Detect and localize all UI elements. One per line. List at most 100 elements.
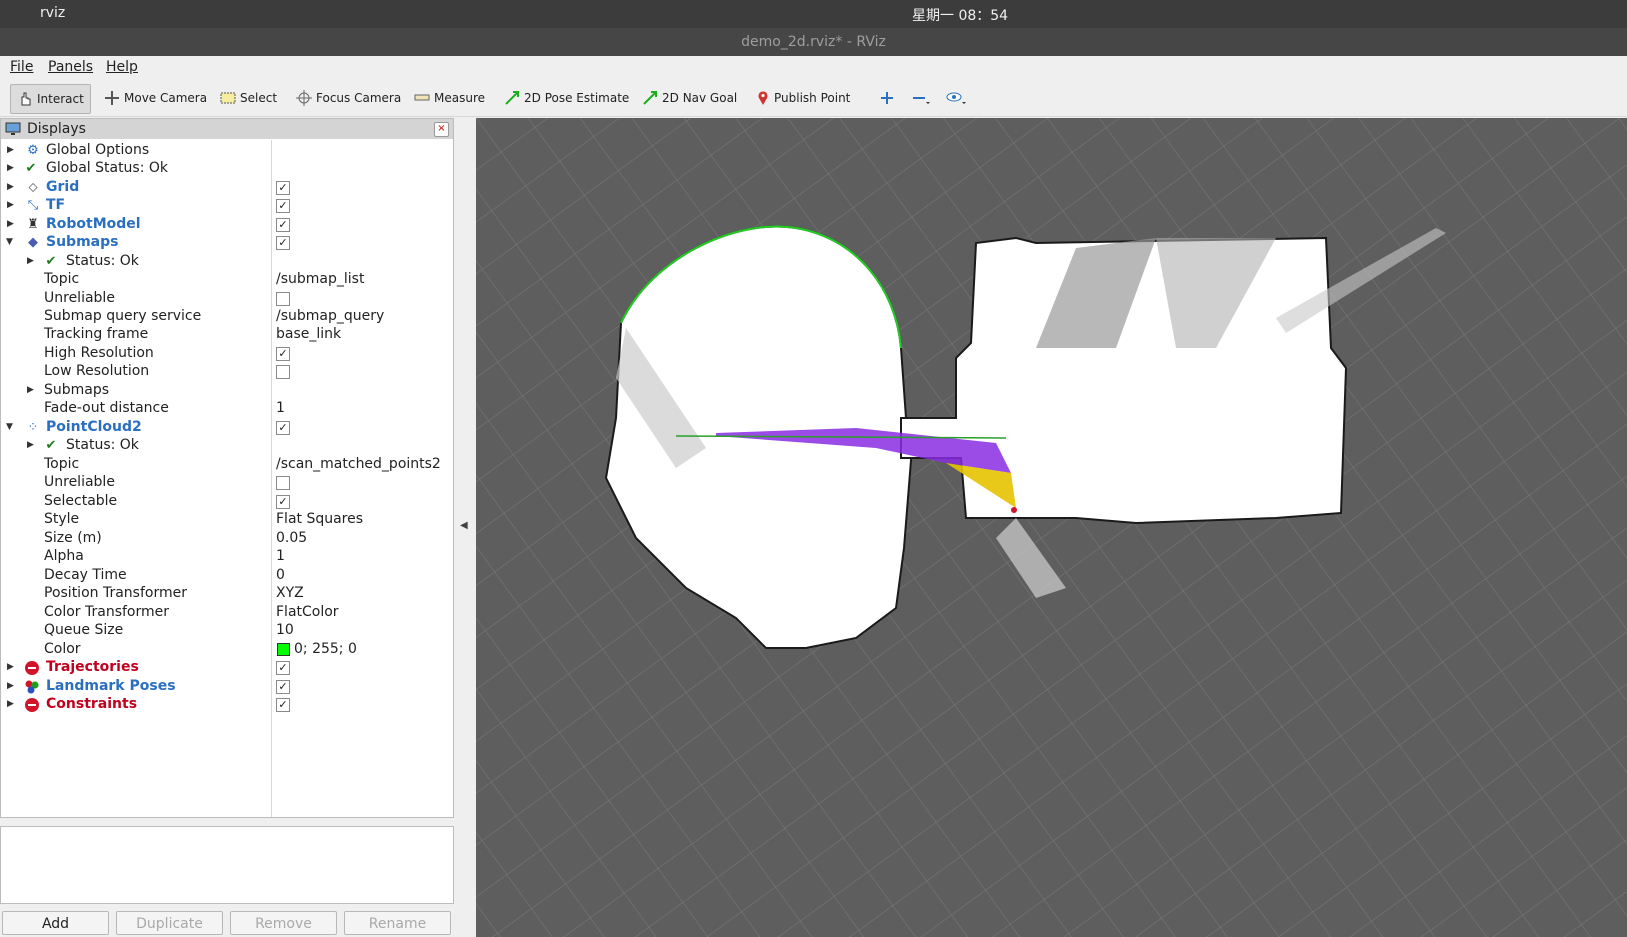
enable-checkbox[interactable]: ✓	[276, 218, 290, 232]
focus-camera-tool-button[interactable]: Focus Camera	[296, 84, 401, 112]
menu-help[interactable]: Help	[106, 59, 138, 75]
property-row[interactable]: Selectable ✓	[1, 492, 453, 511]
property-row[interactable]: Style Flat Squares	[1, 510, 453, 529]
3d-viewport[interactable]	[476, 118, 1627, 937]
enable-checkbox[interactable]: ✓	[276, 199, 290, 213]
property-row[interactable]: Topic /scan_matched_points2	[1, 455, 453, 474]
property-checkbox[interactable]: ✓	[276, 495, 290, 509]
enable-checkbox[interactable]: ✓	[276, 698, 290, 712]
interact-tool-button[interactable]: Interact	[10, 84, 91, 114]
property-checkbox[interactable]: ✓	[276, 347, 290, 361]
tree-row[interactable]: ▶ Landmark Poses ✓	[1, 677, 453, 696]
tree-row[interactable]: ▶ ⤡ TF ✓	[1, 196, 453, 215]
property-value[interactable]: 1	[276, 547, 285, 566]
publish-point-tool-button[interactable]: Publish Point	[756, 84, 850, 112]
expand-arrow-icon[interactable]: ▶	[7, 695, 14, 714]
map-render[interactable]	[476, 118, 1627, 937]
check-status-icon: ✔	[45, 254, 57, 269]
add-button[interactable]: Add	[2, 911, 109, 935]
expand-arrow-icon[interactable]: ▶	[7, 677, 14, 696]
enable-checkbox[interactable]: ✓	[276, 421, 290, 435]
expand-arrow-icon[interactable]: ▶	[7, 215, 14, 234]
property-row[interactable]: Submap query service /submap_query	[1, 307, 453, 326]
eye-icon	[946, 92, 966, 104]
color-swatch[interactable]	[277, 643, 290, 656]
menu-file[interactable]: File	[10, 59, 33, 75]
property-value[interactable]: XYZ	[276, 584, 304, 603]
menu-panels[interactable]: Panels	[48, 59, 93, 75]
expand-arrow-icon[interactable]: ▶	[27, 436, 34, 455]
view-tool-button[interactable]	[946, 84, 968, 112]
enable-checkbox[interactable]: ✓	[276, 181, 290, 195]
property-row[interactable]: Color 0; 255; 0	[1, 640, 453, 659]
pose-estimate-tool-button[interactable]: 2D Pose Estimate	[504, 84, 629, 112]
duplicate-button[interactable]: Duplicate	[116, 911, 223, 935]
property-row[interactable]: Size (m) 0.05	[1, 529, 453, 548]
remove-tool-button[interactable]	[912, 84, 932, 112]
property-checkbox[interactable]	[276, 292, 290, 306]
robot-icon: ♜	[27, 217, 39, 232]
nav-goal-tool-button[interactable]: 2D Nav Goal	[642, 84, 737, 112]
tree-row[interactable]: ▶ Trajectories ✓	[1, 658, 453, 677]
property-value[interactable]: 1	[276, 399, 285, 418]
expand-arrow-icon[interactable]: ▶	[7, 141, 14, 160]
expand-arrow-icon[interactable]: ▶	[7, 658, 14, 677]
check-status-icon: ✔	[45, 438, 57, 453]
property-value[interactable]: 10	[276, 621, 294, 640]
property-row[interactable]: Decay Time 0	[1, 566, 453, 585]
tree-row[interactable]: ▶ ✔ Status: Ok	[1, 436, 453, 455]
enable-checkbox[interactable]: ✓	[276, 661, 290, 675]
property-value[interactable]: /submap_query	[276, 307, 384, 326]
app-name[interactable]: rviz	[40, 5, 65, 21]
tree-row[interactable]: ▶ ♜ RobotModel ✓	[1, 215, 453, 234]
property-value[interactable]: FlatColor	[276, 603, 339, 622]
property-row[interactable]: Tracking frame base_link	[1, 325, 453, 344]
tree-row[interactable]: ▼ ◆ Submaps ✓	[1, 233, 453, 252]
remove-button[interactable]: Remove	[230, 911, 337, 935]
pose-estimate-label: 2D Pose Estimate	[524, 91, 630, 105]
clock[interactable]: 星期一 08：54	[912, 5, 1008, 25]
property-checkbox[interactable]	[276, 476, 290, 490]
property-row[interactable]: Fade-out distance 1	[1, 399, 453, 418]
measure-tool-button[interactable]: Measure	[414, 84, 485, 112]
property-row[interactable]: Low Resolution	[1, 362, 453, 381]
collapse-arrow-icon[interactable]: ▼	[6, 418, 13, 437]
property-value[interactable]: base_link	[276, 325, 341, 344]
property-row[interactable]: Queue Size 10	[1, 621, 453, 640]
tree-row[interactable]: ▶ Constraints ✓	[1, 695, 453, 714]
expand-arrow-icon[interactable]: ▶	[7, 178, 14, 197]
add-tool-button[interactable]	[880, 84, 894, 112]
close-panel-icon[interactable]: ×	[434, 122, 449, 137]
property-row[interactable]: Topic /submap_list	[1, 270, 453, 289]
tree-row[interactable]: ▶ Submaps	[1, 381, 453, 400]
property-row[interactable]: Position Transformer XYZ	[1, 584, 453, 603]
tree-row[interactable]: ▶ ✔ Global Status: Ok	[1, 159, 453, 178]
expand-arrow-icon[interactable]: ▶	[7, 196, 14, 215]
property-value[interactable]: 0; 255; 0	[294, 640, 357, 659]
property-row[interactable]: High Resolution ✓	[1, 344, 453, 363]
expand-arrow-icon[interactable]: ▶	[27, 252, 34, 271]
property-row[interactable]: Unreliable	[1, 289, 453, 308]
tree-row[interactable]: ▶ ⚙ Global Options	[1, 141, 453, 160]
select-tool-button[interactable]: Select	[220, 84, 277, 112]
property-row[interactable]: Color Transformer FlatColor	[1, 603, 453, 622]
property-value[interactable]: 0.05	[276, 529, 307, 548]
property-value[interactable]: /scan_matched_points2	[276, 455, 441, 474]
property-value[interactable]: Flat Squares	[276, 510, 363, 529]
enable-checkbox[interactable]: ✓	[276, 236, 290, 250]
tree-row[interactable]: ▼ ⁘ PointCloud2 ✓	[1, 418, 453, 437]
move-camera-tool-button[interactable]: Move Camera	[104, 84, 207, 112]
rename-button[interactable]: Rename	[344, 911, 451, 935]
expand-arrow-icon[interactable]: ▶	[7, 159, 14, 178]
collapse-arrow-icon[interactable]: ▼	[6, 233, 13, 252]
collapse-panel-arrow-icon[interactable]: ◀	[460, 520, 468, 531]
property-value[interactable]: /submap_list	[276, 270, 364, 289]
enable-checkbox[interactable]: ✓	[276, 680, 290, 694]
tree-row[interactable]: ▶ ✔ Status: Ok	[1, 252, 453, 271]
property-checkbox[interactable]	[276, 365, 290, 379]
property-row[interactable]: Unreliable	[1, 473, 453, 492]
property-value[interactable]: 0	[276, 566, 285, 585]
tree-row[interactable]: ▶ ⬦ Grid ✓	[1, 178, 453, 197]
expand-arrow-icon[interactable]: ▶	[27, 381, 34, 400]
property-row[interactable]: Alpha 1	[1, 547, 453, 566]
